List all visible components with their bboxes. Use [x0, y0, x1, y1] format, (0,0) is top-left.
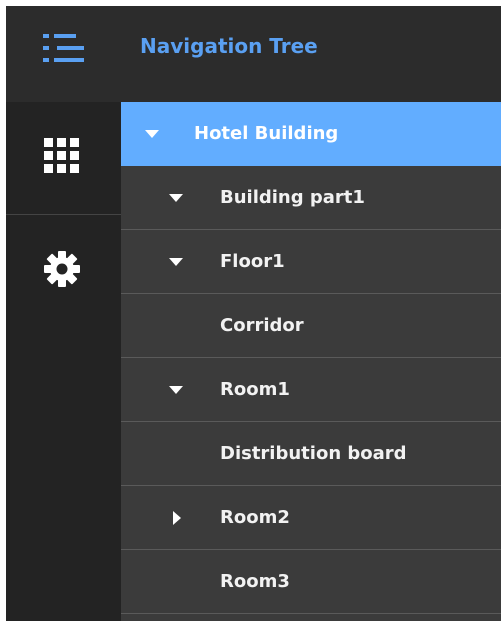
side-rail	[6, 102, 121, 621]
tree-node-label: Building part1	[220, 187, 365, 208]
tree-node-label: Distribution board	[220, 443, 407, 464]
list-menu-icon[interactable]	[43, 31, 87, 67]
apps-button[interactable]	[6, 102, 121, 214]
tree-node-label: Room3	[220, 571, 290, 592]
chevron-down-icon[interactable]	[166, 188, 186, 208]
tree-node-label: Hotel Building	[194, 123, 339, 144]
tree-node-hotel-building[interactable]: Hotel Building	[121, 102, 501, 166]
chevron-right-icon[interactable]	[166, 508, 186, 528]
tree-node-distribution-board[interactable]: Distribution board	[121, 422, 501, 486]
tree-node-label: Room1	[220, 379, 290, 400]
tree-node-label: Floor1	[220, 251, 285, 272]
tree-node-building-part1[interactable]: Building part1	[121, 166, 501, 230]
settings-button[interactable]	[6, 215, 121, 327]
page-title: Navigation Tree	[140, 34, 318, 58]
tree-node-corridor[interactable]: Corridor	[121, 294, 501, 358]
app-frame: Navigation Tree Hotel Building Building …	[6, 6, 501, 621]
tree-node-label: Corridor	[220, 315, 304, 336]
tree-node-room3[interactable]: Room3	[121, 550, 501, 614]
tree-node-room1[interactable]: Room1	[121, 358, 501, 422]
tree-node-label: Room2	[220, 507, 290, 528]
header-bar: Navigation Tree	[6, 6, 501, 102]
chevron-down-icon[interactable]	[166, 380, 186, 400]
chevron-down-icon[interactable]	[166, 252, 186, 272]
chevron-down-icon[interactable]	[142, 124, 162, 144]
gear-icon	[44, 251, 80, 287]
tree-node-room2[interactable]: Room2	[121, 486, 501, 550]
tree-node-floor1[interactable]: Floor1	[121, 230, 501, 294]
navigation-tree: Hotel Building Building part1 Floor1 Cor…	[121, 102, 501, 621]
grid-icon	[44, 138, 79, 173]
